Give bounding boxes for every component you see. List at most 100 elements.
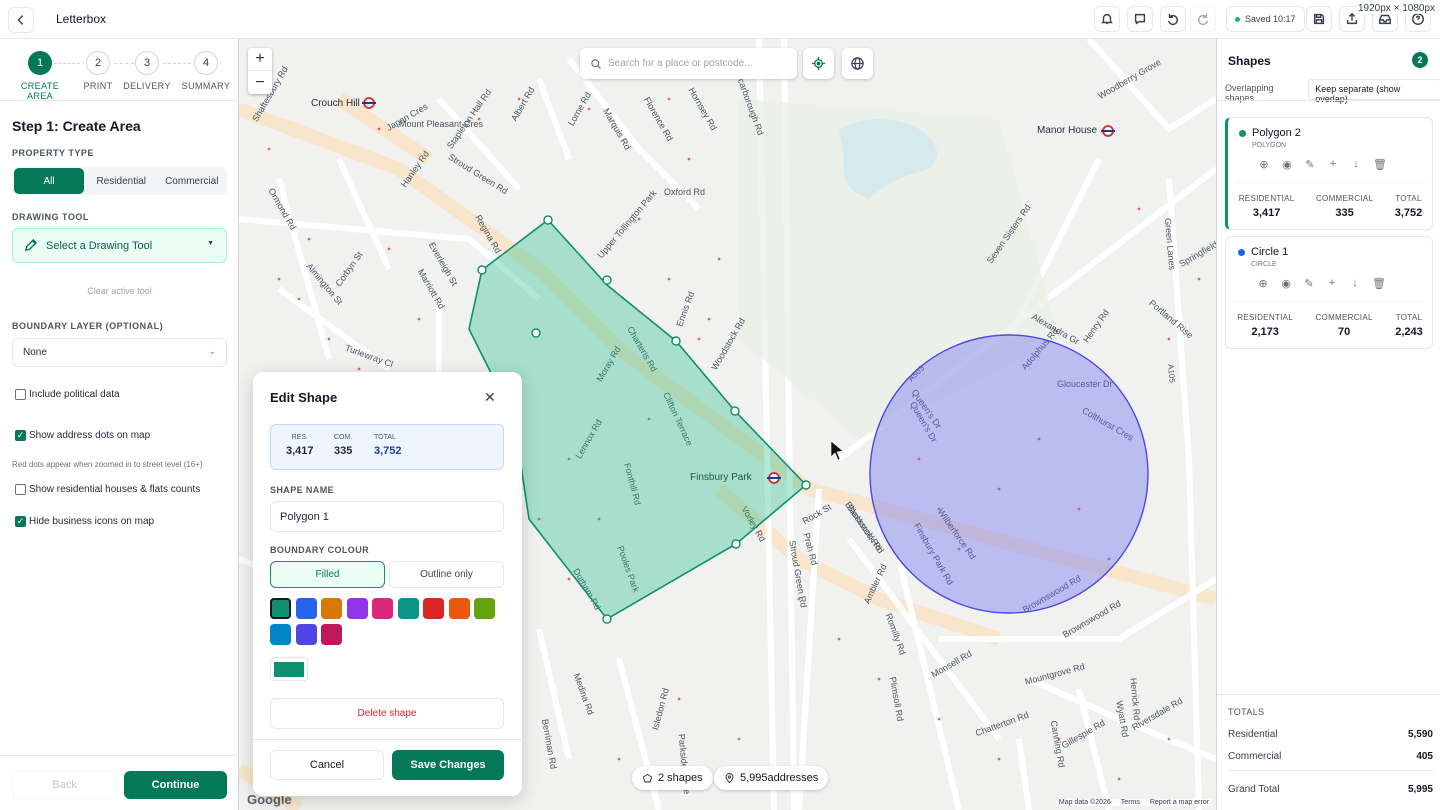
download-icon[interactable]: ↓ [1349,277,1361,290]
eye-icon[interactable]: ◉ [1281,158,1293,171]
colour-swatch[interactable] [270,598,291,619]
property-type-label: PROPERTY TYPE [12,148,94,158]
boundary-layer-select[interactable]: None ⌄ [12,338,227,367]
stat-residential: RESIDENTIAL 2,173 [1237,313,1293,338]
step-connector [114,63,134,64]
zoom-out-button[interactable]: − [248,71,272,94]
cancel-button[interactable]: Cancel [270,750,384,780]
property-type-commercial[interactable]: Commercial [157,167,228,195]
save-button[interactable] [1306,6,1332,32]
addresses-count-text: 5,995addresses [740,772,819,784]
step-delivery[interactable]: 3 DELIVERY [117,51,177,91]
step-label: DELIVERY [123,81,171,91]
plus-icon[interactable]: + [1327,158,1339,171]
notifications-button[interactable] [1094,6,1120,32]
vertex-handle[interactable] [531,328,541,338]
map-search-box[interactable]: Search for a place or postcode... [580,48,797,79]
stat-value: 3,752 [374,445,402,457]
terms-link[interactable]: Terms [1121,799,1140,806]
colour-swatch[interactable] [372,598,393,619]
stat-commercial: COM. 335 [334,434,352,457]
stat-key: RES. [291,434,308,441]
help-icon [1412,13,1424,25]
include-political-checkbox[interactable]: Include political data [15,389,120,400]
redo-button[interactable] [1190,6,1216,32]
trash-icon[interactable]: 🗑 [1373,158,1387,171]
show-counts-checkbox[interactable]: Show residential houses & flats counts [15,484,200,495]
save-changes-button[interactable]: Save Changes [392,750,504,780]
colour-swatch[interactable] [295,598,317,619]
colour-swatch[interactable] [397,598,419,619]
colour-swatch[interactable] [448,598,470,619]
share-icon [1346,12,1358,25]
clear-tool-button[interactable]: Clear active tool [12,280,227,302]
colour-swatch[interactable] [321,598,342,619]
comments-button[interactable] [1127,6,1153,32]
colour-swatch[interactable] [321,624,342,645]
boundary-layer-label: BOUNDARY LAYER (OPTIONAL) [12,321,164,331]
vertex-handle[interactable] [730,406,740,416]
property-type-residential[interactable]: Residential [86,167,157,195]
colour-swatch[interactable] [423,598,444,619]
plus-icon[interactable]: + [1326,277,1338,290]
tab-keep-separate[interactable]: Keep separate (show overlap) [1308,79,1440,104]
delete-shape-button[interactable]: Delete shape [270,698,504,729]
bell-icon [1100,13,1114,25]
hide-business-checkbox[interactable]: ✓ Hide business icons on map [15,516,154,527]
close-icon[interactable]: ✕ [484,389,496,406]
stat-key: TOTAL [374,434,396,441]
step-summary[interactable]: 4 SUMMARY [176,51,236,91]
colour-swatch[interactable] [474,598,495,619]
eye-icon[interactable]: ◉ [1280,277,1292,290]
shape-name-input[interactable]: Polygon 1 [270,501,504,532]
vertex-handle[interactable] [477,265,487,275]
fill-mode-filled[interactable]: Filled [270,561,385,588]
vertex-handle[interactable] [602,275,612,285]
divider [0,100,239,101]
floppy-disk-icon [1313,13,1325,25]
stat-commercial: COMMERCIAL 335 [1316,194,1373,219]
search-placeholder: Search for a place or postcode... [608,58,753,69]
report-error-link[interactable]: Report a map error [1150,799,1209,806]
checkbox-label: Hide business icons on map [29,516,155,527]
colour-swatch[interactable] [346,598,368,619]
trash-icon[interactable]: 🗑 [1372,277,1386,290]
inbox-icon [1379,14,1391,25]
vertex-handle[interactable] [731,539,741,549]
show-address-dots-checkbox[interactable]: ✓ Show address dots on map [15,430,150,441]
drawing-tool-select[interactable]: Select a Drawing Tool ▼ [12,228,227,263]
colour-swatch[interactable] [295,624,317,645]
undo-button[interactable] [1160,6,1186,32]
vertex-handle[interactable] [671,336,681,346]
continue-button[interactable]: Continue [124,771,227,799]
fill-mode-outline[interactable]: Outline only [389,561,504,588]
download-icon[interactable]: ↓ [1350,158,1362,171]
stat-total: TOTAL 3,752 [1395,194,1423,219]
vertex-handle[interactable] [543,215,553,225]
map-type-button[interactable] [842,48,873,79]
target-icon[interactable]: ⊕ [1257,277,1269,290]
circle-shape[interactable] [869,334,1149,614]
property-type-all[interactable]: All [14,168,84,194]
colour-swatch[interactable] [270,624,291,645]
locate-button[interactable] [803,48,834,79]
step-create-area[interactable]: 1 CREATE AREA [10,51,70,101]
tab-overlapping[interactable]: Overlapping shapes [1221,79,1308,103]
vertex-handle[interactable] [801,480,811,490]
dialog-title: Edit Shape [270,390,338,405]
vertex-handle[interactable] [602,614,612,624]
stat-value: 2,173 [1251,326,1279,338]
target-icon[interactable]: ⊕ [1258,158,1270,171]
zoom-in-button[interactable]: + [248,48,272,71]
pencil-icon[interactable]: ✎ [1304,158,1316,171]
checkbox-label: Include political data [29,389,120,400]
boundary-layer-value: None [23,347,47,358]
shape-card[interactable]: Circle 1 CIRCLE ⊕ ◉ ✎ + ↓ 🗑 RESIDENTIAL 2,173 … [1225,236,1433,349]
saved-dot-icon [1235,16,1240,22]
back-arrow-button[interactable] [8,7,34,33]
shape-card[interactable]: Polygon 2 POLYGON ⊕ ◉ ✎ + ↓ 🗑 RESIDENTIAL 3,41… [1225,117,1433,230]
selected-colour-preview[interactable] [270,657,308,681]
back-button[interactable]: Back [12,771,117,799]
total-row-residential: Residential 5,590 [1228,729,1433,740]
pencil-icon[interactable]: ✎ [1303,277,1315,290]
